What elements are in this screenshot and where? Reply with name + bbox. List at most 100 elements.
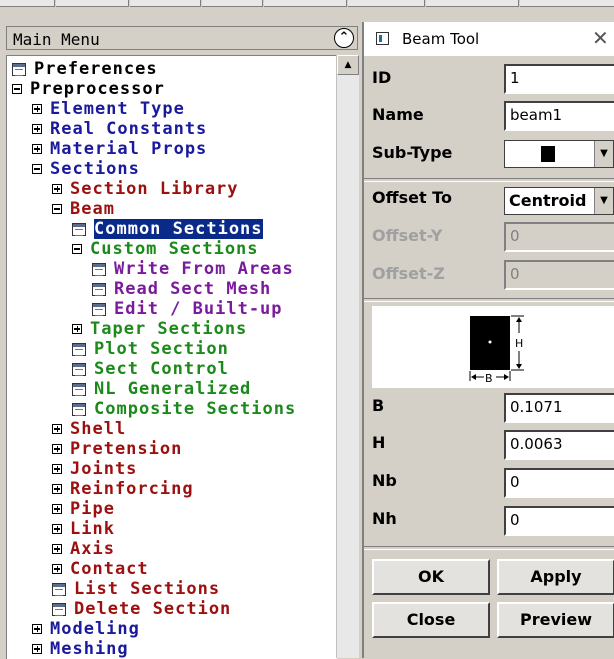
tree-item[interactable]: Common Sections [72,219,263,239]
tree-item[interactable]: Read Sect Mesh [92,279,271,299]
collapse-up-icon[interactable]: ⌃ [334,28,354,48]
command-icon[interactable] [72,362,86,376]
tree-item[interactable]: Taper Sections [72,319,247,339]
tree-item-label[interactable]: Delete Section [74,599,231,619]
close-button[interactable]: Close [372,602,490,638]
tree-item[interactable]: Preprocessor [12,79,165,99]
tree-item-label[interactable]: Element Type [50,99,185,119]
tree-item[interactable]: List Sections [52,579,220,599]
tree-item-label[interactable]: Material Props [50,139,207,159]
tree-item[interactable]: Link [52,519,115,539]
expand-plus-icon[interactable] [52,184,62,194]
toolbar-button[interactable] [348,0,425,7]
nh-field[interactable]: 0 [504,506,614,536]
tree-item-label[interactable]: Read Sect Mesh [114,279,271,299]
tree-item-label[interactable]: NL Generalized [94,379,251,399]
tree-item[interactable]: Custom Sections [72,239,259,259]
expand-plus-icon[interactable] [52,564,62,574]
toolbar-button[interactable] [56,0,129,7]
tree-item[interactable]: Composite Sections [72,399,296,419]
tree-item-label[interactable]: Common Sections [94,219,263,239]
tree-item[interactable]: Pretension [52,439,182,459]
tree-item-label[interactable]: Joints [70,459,137,479]
collapse-minus-icon[interactable] [72,244,82,254]
tree-item[interactable]: Axis [52,539,115,559]
expand-plus-icon[interactable] [52,544,62,554]
tree-item[interactable]: Write From Areas [92,259,294,279]
expand-plus-icon[interactable] [72,324,82,334]
tree-item[interactable]: Real Constants [32,119,207,139]
tree-item-label[interactable]: Real Constants [50,119,207,139]
tree-item-label[interactable]: List Sections [74,579,220,599]
command-icon[interactable] [12,62,26,76]
h-field[interactable]: 0.0063 [504,430,614,460]
offset-to-dropdown[interactable]: Centroid ▼ [504,187,614,215]
chevron-down-icon[interactable]: ▼ [594,141,613,167]
b-field[interactable]: 0.1071 [504,393,614,423]
name-field[interactable]: beam1 [504,101,614,131]
toolbar-button[interactable] [202,0,263,7]
tree-item-label[interactable]: Write From Areas [114,259,294,279]
command-icon[interactable] [92,282,106,296]
tree-item[interactable]: Plot Section [72,339,229,359]
tree-item[interactable]: Delete Section [52,599,231,619]
expand-plus-icon[interactable] [32,644,42,654]
expand-plus-icon[interactable] [52,444,62,454]
command-icon[interactable] [72,402,86,416]
tree-item[interactable]: Modeling [32,619,140,639]
tree-item[interactable]: Contact [52,559,149,579]
tree-item-label[interactable]: Beam [70,199,115,219]
close-icon[interactable]: ✕ [592,28,609,48]
tree-item[interactable]: Reinforcing [52,479,194,499]
chevron-down-icon[interactable]: ▼ [594,188,613,214]
tree-item-label[interactable]: Section Library [70,179,239,199]
tree-item[interactable]: Material Props [32,139,207,159]
tree-item[interactable]: Section Library [52,179,239,199]
tree-item-label[interactable]: Sect Control [94,359,229,379]
expand-plus-icon[interactable] [52,524,62,534]
expand-plus-icon[interactable] [32,104,42,114]
tree-item[interactable]: Edit / Built-up [92,299,283,319]
command-icon[interactable] [92,262,106,276]
tree-item[interactable]: Beam [52,199,115,219]
tree-item-label[interactable]: Edit / Built-up [114,299,283,319]
tree-item-label[interactable]: Custom Sections [90,239,259,259]
nb-field[interactable]: 0 [504,468,614,498]
ok-button[interactable]: OK [372,559,490,595]
tree-scrollbar[interactable]: ▲ [336,55,359,658]
tree-item[interactable]: Sections [32,159,140,179]
collapse-minus-icon[interactable] [12,84,22,94]
tree-item-label[interactable]: Composite Sections [94,399,296,419]
apply-button[interactable]: Apply [497,559,614,595]
command-icon[interactable] [72,222,86,236]
expand-plus-icon[interactable] [32,124,42,134]
id-field[interactable]: 1 [504,64,614,94]
tree-item[interactable]: Preferences [12,59,158,79]
tree-item-label[interactable]: Shell [70,419,126,439]
subtype-dropdown[interactable]: ▼ [504,140,614,168]
collapse-minus-icon[interactable] [32,164,42,174]
toolbar-button[interactable] [264,0,347,7]
toolbar-button[interactable] [520,0,614,7]
tree-item[interactable]: Element Type [32,99,185,119]
tree-item-label[interactable]: Preprocessor [30,79,165,99]
toolbar-button[interactable] [0,0,55,7]
tree-item-label[interactable]: Reinforcing [70,479,194,499]
expand-plus-icon[interactable] [52,464,62,474]
tree-item-label[interactable]: Plot Section [94,339,229,359]
tree-item[interactable]: Joints [52,459,137,479]
command-icon[interactable] [52,602,66,616]
tree-item[interactable]: Meshing [32,639,129,659]
tree-item-label[interactable]: Modeling [50,619,140,639]
tree-item[interactable]: NL Generalized [72,379,251,399]
expand-plus-icon[interactable] [32,624,42,634]
expand-plus-icon[interactable] [52,424,62,434]
command-icon[interactable] [92,302,106,316]
tree-item[interactable]: Sect Control [72,359,229,379]
tree-item-label[interactable]: Taper Sections [90,319,247,339]
tree-item-label[interactable]: Axis [70,539,115,559]
command-icon[interactable] [52,582,66,596]
tree-item-label[interactable]: Link [70,519,115,539]
expand-plus-icon[interactable] [52,484,62,494]
tree-item-label[interactable]: Meshing [50,639,129,659]
